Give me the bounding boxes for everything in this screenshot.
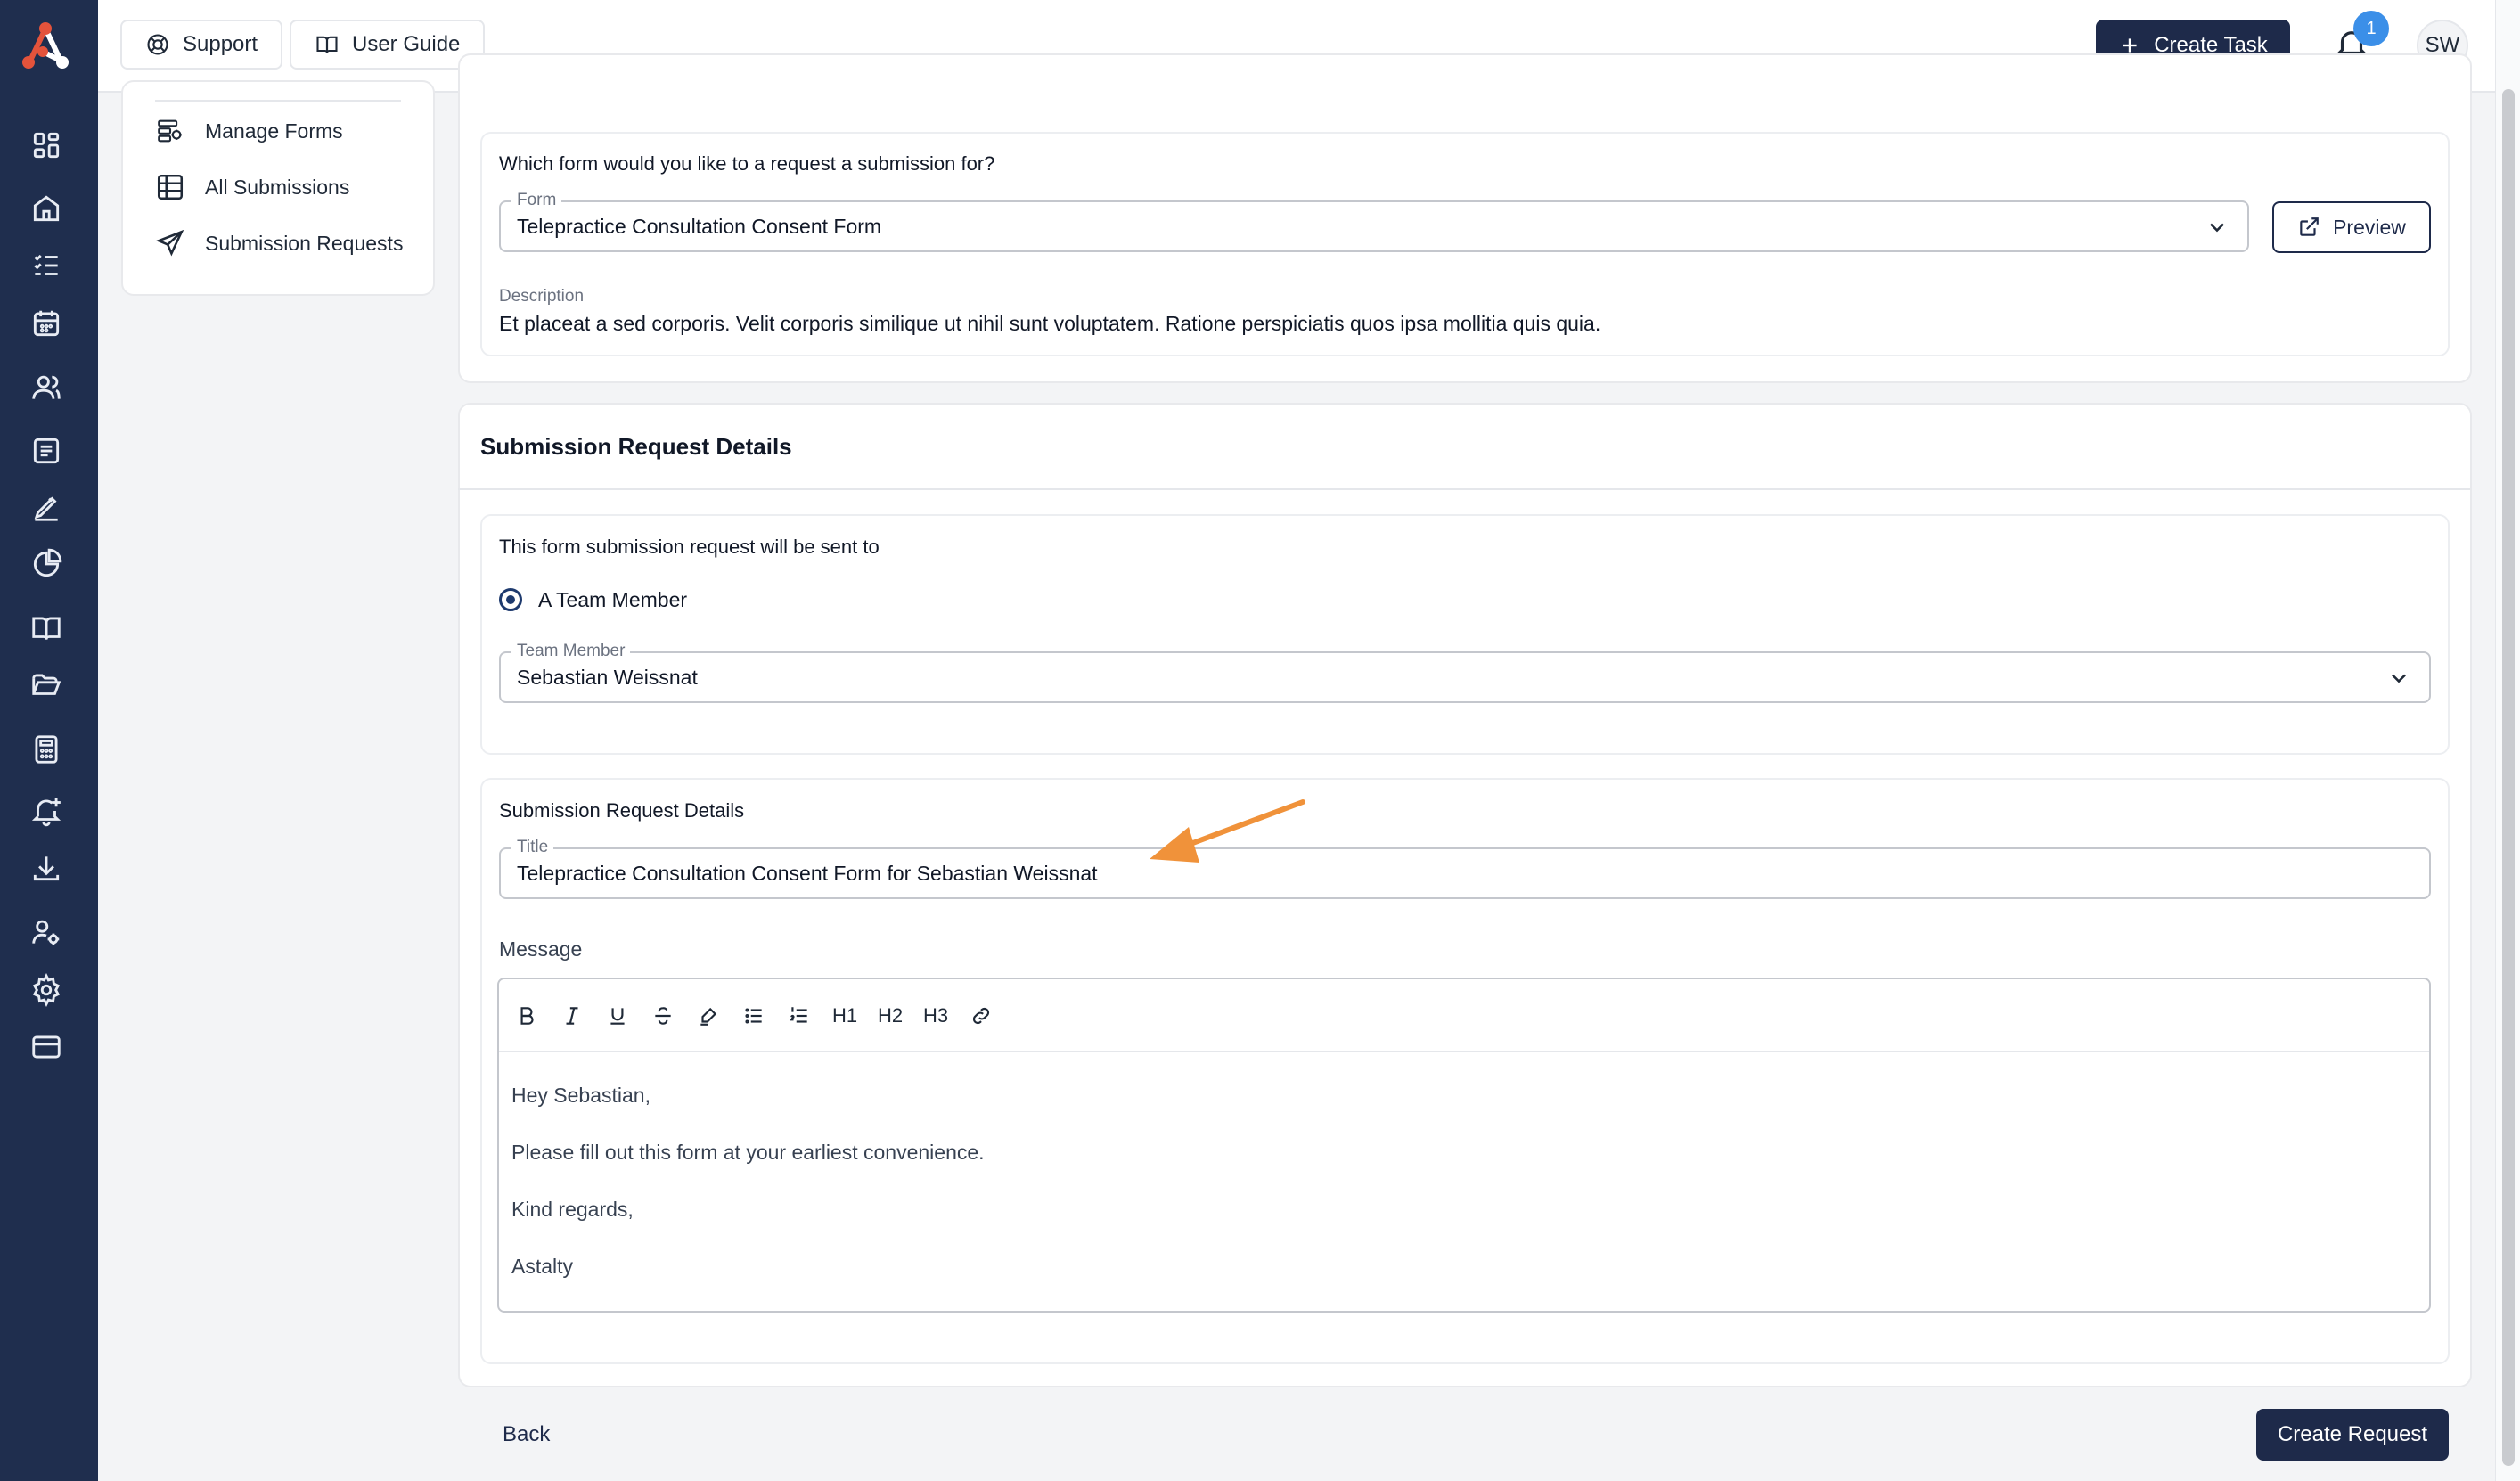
dashboard-icon[interactable] [29,128,63,162]
folder-icon[interactable] [29,668,63,702]
app-logo[interactable] [16,20,75,73]
user-guide-label: User Guide [352,32,461,56]
nav-rail [0,0,98,1481]
subnav-item-all-submissions[interactable]: All Submissions [155,172,349,202]
signature-icon[interactable] [29,490,63,524]
subnav-item-manage-forms[interactable]: Manage Forms [155,116,343,146]
section-divider [458,488,2470,490]
back-button[interactable]: Back [503,1422,550,1447]
subnav-label: All Submissions [205,175,350,199]
home-icon[interactable] [29,192,63,225]
strikethrough-icon[interactable] [650,1002,676,1029]
support-button[interactable]: Support [120,20,283,70]
user-guide-button[interactable]: User Guide [290,20,486,70]
users-icon[interactable] [29,371,63,405]
recipient-question: This form submission request will be sen… [499,536,880,558]
ordered-list-icon[interactable] [786,1002,813,1029]
add-alert-icon[interactable] [29,794,63,828]
notification-badge: 1 [2353,11,2389,46]
subnav-label: Submission Requests [205,231,404,255]
billing-card-icon[interactable] [29,1030,63,1064]
message-line: Hey Sebastian, [511,1084,650,1107]
bullet-list-icon[interactable] [740,1002,767,1029]
team-member-select[interactable]: Team Member Sebastian Weissnat [499,642,2431,703]
message-line: Kind regards, [511,1198,634,1221]
heading-1-button[interactable]: H1 [831,1002,858,1029]
form-field-label: Form [511,192,562,209]
subnav-item-submission-requests[interactable]: Submission Requests [155,228,403,258]
subnav-label: Manage Forms [205,119,343,143]
chevron-down-icon [2205,215,2230,240]
title-input-value: Telepractice Consultation Consent Form f… [517,862,1098,885]
external-link-icon [2297,216,2320,239]
annotation-arrow [1141,793,1319,891]
section-title: Submission Request Details [480,433,792,460]
message-line: Please fill out this form at your earlie… [511,1141,985,1164]
italic-icon[interactable] [559,1002,585,1029]
underline-icon[interactable] [604,1002,631,1029]
chevron-down-icon [2386,666,2411,691]
form-question: Which form would you like to a request a… [499,152,995,175]
subnav-divider [155,100,401,102]
notes-icon[interactable] [29,434,63,468]
team-member-radio[interactable] [499,588,522,611]
support-label: Support [183,32,258,56]
description-text: Et placeat a sed corporis. Velit corpori… [499,312,1601,335]
calendar-icon[interactable] [29,307,63,340]
forms-icon [155,116,185,146]
message-label: Message [499,937,583,961]
team-member-radio-label[interactable]: A Team Member [538,588,687,612]
heading-2-button[interactable]: H2 [877,1002,904,1029]
highlight-icon[interactable] [695,1002,722,1029]
request-heading: Submission Request Details [499,799,745,822]
reports-chart-icon[interactable] [29,547,63,581]
heading-3-button[interactable]: H3 [922,1002,949,1029]
team-member-selected-value: Sebastian Weissnat [517,666,698,689]
book-open-icon [315,32,340,57]
download-icon[interactable] [29,851,63,885]
preview-label: Preview [2333,215,2406,239]
form-selected-value: Telepractice Consultation Consent Form [517,215,882,238]
description-label: Description [499,287,585,306]
gear-icon[interactable] [29,973,63,1007]
preview-button[interactable]: Preview [2272,201,2431,253]
scrollbar-thumb[interactable] [2502,89,2515,1466]
book-icon[interactable] [29,611,63,645]
tasks-icon[interactable] [29,249,63,282]
message-editor[interactable]: H1 H2 H3 Hey Sebastian, Please fill out … [497,978,2431,1313]
forms-subnav: Manage Forms All Submissions Submission … [121,80,435,296]
user-settings-icon[interactable] [29,915,63,949]
form-select[interactable]: Form Telepractice Consultation Consent F… [499,192,2249,252]
team-member-field-label: Team Member [511,642,631,660]
table-icon [155,172,185,202]
link-icon[interactable] [968,1002,994,1029]
message-line: Astalty [511,1255,574,1278]
editor-toolbar: H1 H2 H3 [499,979,2429,1052]
lifebuoy-icon [145,32,170,57]
send-icon [155,228,185,258]
title-field-label: Title [511,839,554,856]
bold-icon[interactable] [513,1002,540,1029]
calculator-icon[interactable] [29,732,63,766]
create-request-button[interactable]: Create Request [2256,1409,2449,1461]
title-input[interactable]: Title Telepractice Consultation Consent … [499,839,2431,899]
